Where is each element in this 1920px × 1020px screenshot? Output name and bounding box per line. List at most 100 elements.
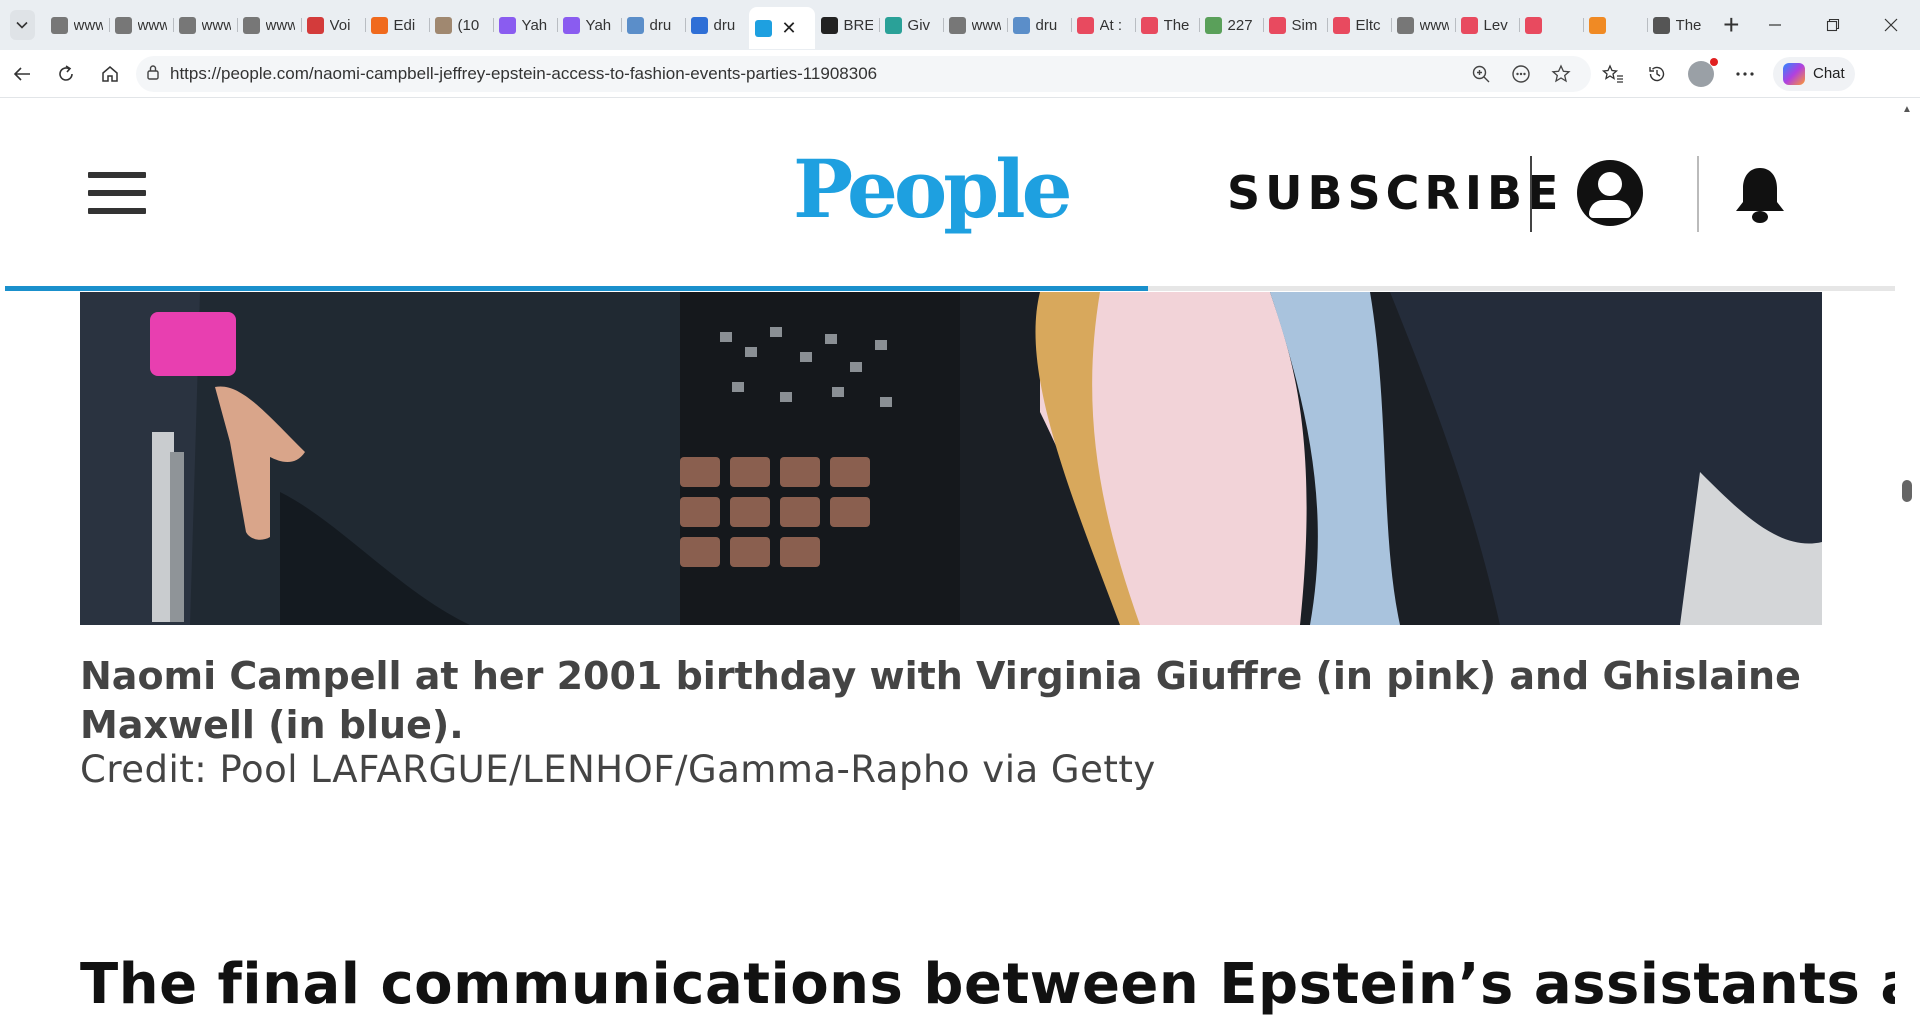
home-button[interactable]	[88, 54, 132, 94]
tab[interactable]: Yah	[492, 7, 557, 43]
tab-label: www	[201, 16, 231, 34]
page-scrollbar[interactable]: ▲	[1896, 100, 1920, 1020]
tab-label: www	[265, 16, 295, 34]
people-logo[interactable]: People	[793, 142, 1072, 236]
favorites-list-icon	[1602, 63, 1623, 83]
zoom-in-icon	[1472, 65, 1490, 82]
subscribe-link[interactable]: SUBSCRIBE	[1227, 166, 1563, 220]
photo-icon	[434, 16, 452, 34]
browser-tab-bar: www www www www Voi Edi (10 Yah Yah dru dru ✕ BRE Giv…	[0, 0, 1920, 50]
url-text[interactable]: https://people.com/naomi-campbell-jeffre…	[170, 64, 1461, 84]
youtube-icon	[1332, 16, 1350, 34]
tab[interactable]: dru	[620, 7, 685, 43]
minimize-icon	[1769, 24, 1781, 26]
tab-label: Sim	[1291, 16, 1318, 34]
hamburger-menu-button[interactable]	[88, 172, 146, 214]
tab[interactable]	[1582, 7, 1647, 43]
restore-icon	[1826, 18, 1840, 32]
page-icon	[1396, 16, 1414, 34]
back-button[interactable]	[0, 54, 44, 94]
new-tab-button[interactable]: +	[1717, 7, 1746, 43]
tab[interactable]: Eltc	[1326, 7, 1391, 43]
tab-label: (10	[457, 16, 480, 34]
favorites-button[interactable]	[1591, 54, 1635, 94]
tab-actions-menu-button[interactable]	[10, 10, 35, 40]
photo-illustration	[80, 292, 1822, 625]
tab-label: Yah	[585, 16, 612, 34]
tab[interactable]: The	[1646, 7, 1711, 43]
photo-credit: Credit: Pool LAFARGUE/LENHOF/Gamma-Rapho…	[80, 748, 1156, 791]
search-icon	[690, 16, 708, 34]
tab[interactable]: www	[45, 7, 109, 43]
article-photo	[80, 292, 1822, 625]
tab[interactable]: www	[1390, 7, 1455, 43]
reader-button[interactable]	[1501, 64, 1541, 84]
yahoo-icon	[498, 16, 516, 34]
yahoo-icon	[562, 16, 580, 34]
zoom-button[interactable]	[1461, 64, 1501, 84]
youtube-icon	[1524, 16, 1542, 34]
web-page: People SUBSCRIBE Naomi Campell at her 20…	[5, 100, 1895, 1020]
tab[interactable]: BRE	[815, 7, 879, 43]
tab-active[interactable]: ✕	[748, 7, 815, 49]
search-icon	[626, 16, 644, 34]
tab[interactable]: www	[172, 7, 237, 43]
photo-caption: Naomi Campell at her 2001 birthday with …	[80, 654, 1801, 747]
tab-label: Voi	[329, 16, 351, 34]
tab[interactable]: Edi	[364, 7, 429, 43]
fp-icon	[820, 16, 838, 34]
home-icon	[102, 65, 118, 82]
tab-label: The	[1675, 16, 1702, 34]
account-icon[interactable]	[1577, 160, 1643, 226]
tab[interactable]: Giv	[878, 7, 943, 43]
tab[interactable]: At :	[1070, 7, 1135, 43]
page-icon	[50, 16, 68, 34]
tab[interactable]: Yah	[556, 7, 621, 43]
blogger-icon	[370, 16, 388, 34]
settings-more-button[interactable]	[1723, 54, 1767, 94]
reload-button[interactable]	[44, 54, 88, 94]
copilot-chat-button[interactable]: Chat	[1773, 56, 1855, 91]
window-controls	[1746, 0, 1920, 50]
tab[interactable]: Voi	[300, 7, 365, 43]
tab[interactable]: dru	[1006, 7, 1071, 43]
minimize-button[interactable]	[1746, 0, 1804, 50]
close-tab-icon[interactable]: ✕	[782, 18, 797, 39]
snowflake-icon	[884, 16, 902, 34]
scrollbar-thumb[interactable]	[1902, 480, 1912, 502]
scroll-up-arrow-icon[interactable]: ▲	[1902, 104, 1912, 115]
youtube-icon	[1460, 16, 1478, 34]
tab-label: Eltc	[1355, 16, 1381, 34]
history-button[interactable]	[1635, 54, 1679, 94]
close-window-button[interactable]	[1862, 0, 1920, 50]
tab[interactable]: (10	[428, 7, 493, 43]
tab-label: dru	[713, 16, 736, 34]
tab[interactable]: www	[236, 7, 301, 43]
bell-icon[interactable]	[1733, 164, 1787, 224]
flash-icon	[1588, 16, 1606, 34]
favorite-button[interactable]	[1541, 63, 1581, 84]
more-circle-icon	[1512, 64, 1530, 83]
tab[interactable]: Sim	[1262, 7, 1327, 43]
tab[interactable]: www	[942, 7, 1007, 43]
profile-button[interactable]	[1679, 54, 1723, 94]
tab[interactable]	[1518, 7, 1583, 43]
search-icon	[1012, 16, 1030, 34]
ellipsis-icon	[1736, 71, 1754, 76]
tab[interactable]: Lev	[1454, 7, 1519, 43]
site-header: People SUBSCRIBE	[5, 100, 1895, 291]
s-icon	[1652, 16, 1670, 34]
chevron-down-icon	[16, 21, 28, 29]
tab[interactable]: www	[108, 7, 173, 43]
restore-button[interactable]	[1804, 0, 1862, 50]
tab[interactable]: 227	[1198, 7, 1263, 43]
tab[interactable]: The	[1134, 7, 1199, 43]
url-field[interactable]: https://people.com/naomi-campbell-jeffre…	[136, 55, 1591, 92]
sheet-icon	[1204, 16, 1222, 34]
youtube-icon	[1268, 16, 1286, 34]
header-divider	[1530, 156, 1532, 232]
tab[interactable]: dru	[684, 7, 749, 43]
reading-progress-fill	[5, 286, 1149, 291]
tab-label: www	[971, 16, 1001, 34]
copilot-label: Chat	[1813, 65, 1845, 82]
